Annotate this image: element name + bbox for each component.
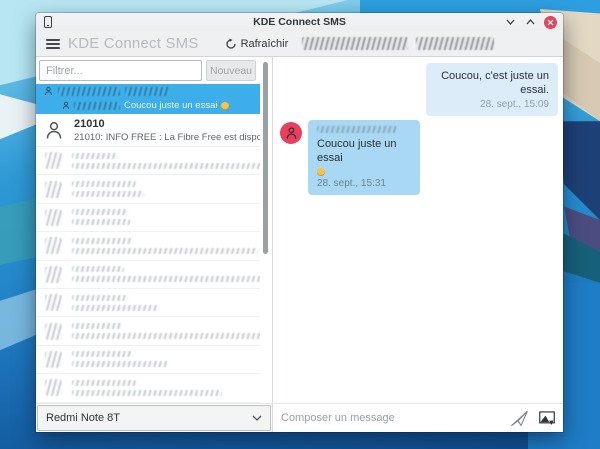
conversation-row-redacted[interactable]	[36, 289, 260, 317]
refresh-button[interactable]: Rafraîchir	[225, 38, 289, 50]
redacted-avatar	[45, 323, 62, 340]
titlebar[interactable]: KDE Connect SMS	[36, 13, 563, 31]
redacted-title	[72, 266, 124, 272]
device-name: Redmi Note 8T	[46, 412, 252, 424]
composer-placeholder: Composer un message	[281, 412, 510, 424]
redacted-preview	[72, 333, 260, 339]
window-title: KDE Connect SMS	[36, 16, 563, 28]
refresh-label: Rafraîchir	[241, 38, 289, 50]
redacted-title	[72, 351, 132, 357]
conversation-row-21010[interactable]: 21010 21010: INFO FREE : La Fibre Free e…	[36, 114, 260, 147]
message-composer[interactable]: Composer un message	[272, 404, 563, 432]
conversation-row-redacted[interactable]	[36, 232, 260, 260]
sender-name-redacted	[317, 126, 397, 133]
app-title: KDE Connect SMS	[68, 35, 199, 52]
redacted-preview	[72, 305, 158, 311]
redacted-title	[72, 181, 136, 187]
person-icon	[62, 101, 70, 110]
redacted-preview	[72, 163, 260, 169]
redacted-preview	[72, 390, 222, 396]
person-icon	[285, 126, 298, 140]
conversation-row-redacted[interactable]	[36, 374, 260, 402]
conversation-row-redacted[interactable]	[36, 317, 260, 345]
chevron-down-icon	[252, 415, 262, 421]
redacted-preview	[72, 219, 130, 225]
redacted-title	[72, 323, 122, 329]
redacted-avatar	[45, 294, 62, 311]
redacted-avatar	[45, 351, 62, 368]
send-icon[interactable]	[510, 410, 529, 427]
device-selector-cell: Redmi Note 8T	[36, 404, 272, 432]
redacted-title	[72, 295, 128, 301]
redacted-preview	[72, 248, 258, 254]
person-icon	[44, 120, 64, 140]
message-timestamp: 28. sept., 15:09	[435, 99, 549, 110]
outgoing-message-bubble: Coucou, c'est juste un essai. 28. sept.,…	[426, 63, 558, 116]
message-text: Coucou, c'est juste un essai.	[435, 69, 549, 97]
attach-image-icon[interactable]	[539, 411, 555, 426]
redacted-avatar	[45, 152, 62, 169]
smiley-emoji-icon	[317, 168, 325, 176]
redacted-avatar	[45, 237, 62, 254]
refresh-icon	[225, 38, 237, 50]
message-text: Coucou juste un essai	[317, 137, 411, 165]
conversation-row-redacted[interactable]	[36, 346, 260, 374]
filter-input[interactable]	[39, 60, 202, 81]
redacted-title	[72, 238, 132, 244]
contact-name-redacted	[302, 37, 494, 50]
minimize-button[interactable]	[504, 16, 517, 29]
device-selector[interactable]: Redmi Note 8T	[37, 405, 271, 431]
conversation-row-selected[interactable]: Coucou juste un essai	[36, 84, 260, 114]
conversation-sidebar: Nouveau	[36, 57, 272, 403]
conversation-title: 21010	[74, 118, 260, 130]
redacted-preview	[72, 361, 168, 367]
conversation-preview: Coucou juste un essai	[124, 100, 217, 111]
incoming-message-bubble: Coucou juste un essai 28. sept., 15:31	[308, 120, 420, 195]
redacted-title	[72, 209, 128, 215]
list-scrollbar[interactable]	[263, 62, 268, 254]
toolbar: KDE Connect SMS Rafraîchir	[36, 31, 563, 57]
redacted-avatar	[45, 379, 62, 396]
kde-connect-sms-window: KDE Connect SMS KDE Connect SMS Rafraîch…	[36, 13, 563, 432]
menu-icon[interactable]	[46, 39, 60, 49]
redacted-title	[72, 153, 118, 159]
person-icon	[44, 86, 53, 96]
redacted-preview	[72, 276, 260, 282]
contact-avatar	[280, 122, 302, 144]
redacted-conversation-list	[36, 147, 260, 403]
conversation-row-redacted[interactable]	[36, 204, 260, 232]
redacted-avatar	[45, 181, 62, 198]
chat-panel: Coucou, c'est juste un essai. 28. sept.,…	[273, 57, 563, 403]
smiley-emoji-icon	[221, 102, 229, 110]
close-button[interactable]	[544, 16, 557, 29]
redacted-title	[72, 380, 136, 386]
redacted-avatar	[45, 209, 62, 226]
conversation-list: Coucou juste un essai 21010 21010: INFO …	[36, 84, 260, 403]
redacted-preview	[72, 191, 144, 197]
conversation-row-redacted[interactable]	[36, 175, 260, 203]
conversation-row-redacted[interactable]	[36, 147, 260, 175]
new-conversation-button[interactable]: Nouveau	[206, 60, 256, 81]
maximize-button[interactable]	[524, 16, 537, 29]
redacted-avatar	[45, 266, 62, 283]
conversation-preview: 21010: INFO FREE : La Fibre Free est dis…	[74, 132, 260, 143]
conversation-row-redacted[interactable]	[36, 261, 260, 289]
message-timestamp: 28. sept., 15:31	[317, 178, 411, 189]
